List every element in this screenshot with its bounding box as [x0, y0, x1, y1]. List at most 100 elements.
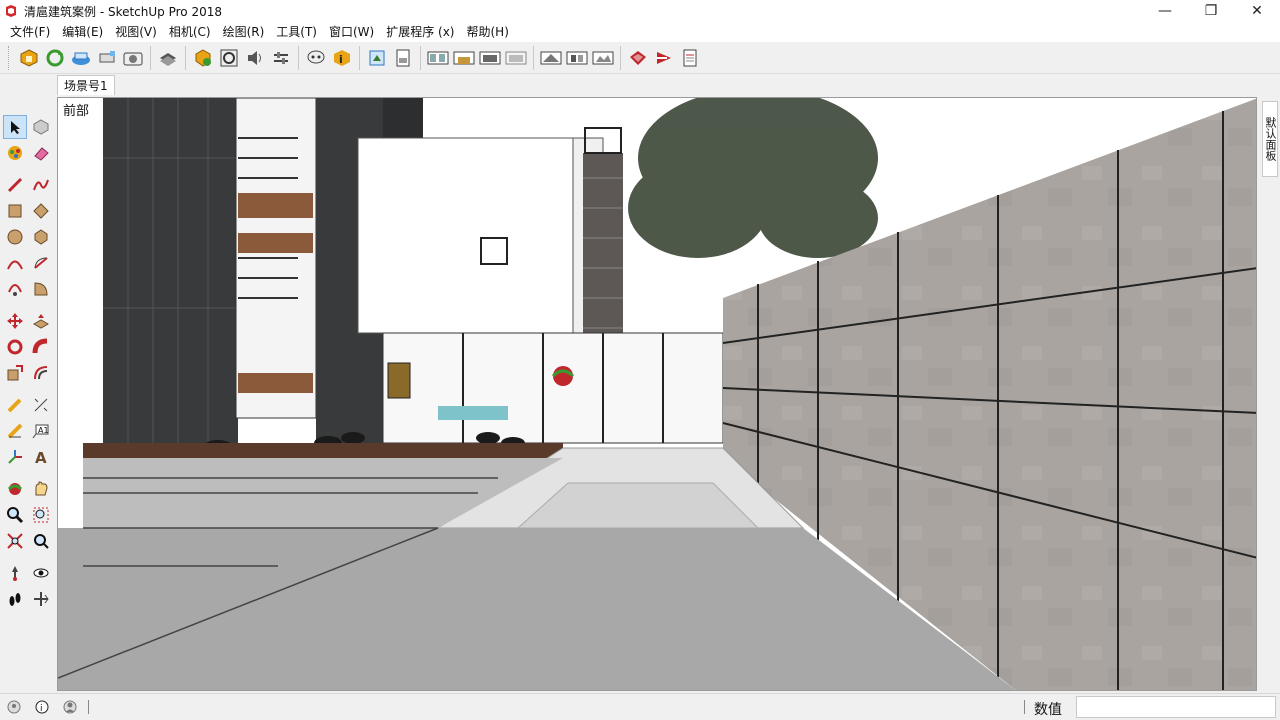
freehand-tool-icon[interactable] — [29, 173, 53, 197]
axes-tool-icon[interactable] — [3, 445, 27, 469]
3d-text-icon[interactable]: A — [29, 445, 53, 469]
sliders-icon[interactable] — [269, 46, 293, 70]
menu-help[interactable]: 帮助(H) — [460, 22, 514, 42]
scene-3-icon[interactable] — [478, 46, 502, 70]
scale-tool-icon[interactable] — [3, 361, 27, 385]
arc-tool-icon[interactable] — [3, 251, 27, 275]
user-account-icon[interactable] — [62, 699, 78, 715]
stair-landing — [238, 193, 313, 218]
shield-add-icon[interactable] — [191, 46, 215, 70]
two-point-arc-icon[interactable] — [29, 251, 53, 275]
scene-7-icon[interactable] — [591, 46, 615, 70]
orbit-cursor-icon — [553, 366, 573, 386]
extension-icon[interactable] — [95, 46, 119, 70]
info-icon[interactable]: i — [330, 46, 354, 70]
select-tool-icon[interactable] — [3, 115, 27, 139]
scene-6-icon[interactable] — [565, 46, 589, 70]
scene-render — [58, 98, 1256, 690]
three-point-arc-icon[interactable] — [3, 277, 27, 301]
menu-camera[interactable]: 相机(C) — [163, 22, 217, 42]
zoom-tool-icon[interactable] — [3, 503, 27, 527]
follow-me-icon[interactable] — [29, 335, 53, 359]
import-icon[interactable] — [365, 46, 389, 70]
scene-2-icon[interactable] — [452, 46, 476, 70]
rotate-tool-icon[interactable] — [3, 335, 27, 359]
menu-extensions[interactable]: 扩展程序 (x) — [380, 22, 460, 42]
sofa — [438, 406, 508, 420]
layers-icon[interactable] — [156, 46, 180, 70]
chat-icon[interactable] — [304, 46, 328, 70]
title-bar: 清扈建筑案例 - SketchUp Pro 2018 — ❐ ✕ — [0, 0, 1280, 22]
dark-facade — [103, 98, 238, 458]
default-tray-tab[interactable]: 默认面板 — [1262, 101, 1278, 177]
zoom-window-icon[interactable] — [29, 503, 53, 527]
text-tool-icon[interactable]: A1 — [29, 419, 53, 443]
scene-tab-1[interactable]: 场景号1 — [57, 75, 115, 95]
model-viewport[interactable]: 前部 — [57, 97, 1257, 691]
previous-view-icon[interactable] — [29, 529, 53, 553]
document-icon[interactable] — [678, 46, 702, 70]
look-around-icon[interactable] — [29, 561, 53, 585]
settings-gear-icon[interactable] — [217, 46, 241, 70]
measurements-input[interactable] — [1076, 696, 1276, 718]
sound-icon[interactable] — [243, 46, 267, 70]
rectangle-tool-icon[interactable] — [3, 199, 27, 223]
tree-canopy — [628, 98, 878, 258]
section-plane-icon[interactable] — [29, 587, 53, 611]
status-bar: i 数值 — [0, 693, 1280, 720]
paint-bucket-icon[interactable] — [3, 141, 27, 165]
orbit-tool-icon[interactable] — [3, 477, 27, 501]
minimize-button[interactable]: — — [1142, 0, 1188, 22]
ruby-icon[interactable] — [626, 46, 650, 70]
zoom-extents-icon[interactable] — [3, 529, 27, 553]
walk-tool-icon[interactable] — [3, 587, 27, 611]
position-camera-icon[interactable] — [3, 561, 27, 585]
tool-palette: A1 A — [0, 114, 56, 634]
refresh-icon[interactable] — [43, 46, 67, 70]
menu-draw[interactable]: 绘图(R) — [217, 22, 271, 42]
window-title: 清扈建筑案例 - SketchUp Pro 2018 — [24, 4, 222, 19]
svg-text:A1: A1 — [38, 426, 49, 435]
tape-measure-icon[interactable] — [3, 393, 27, 417]
warehouse-icon[interactable] — [17, 46, 41, 70]
restore-button[interactable]: ❐ — [1188, 0, 1234, 22]
measurements-label: 数值 — [1034, 702, 1062, 718]
protractor-icon[interactable] — [3, 419, 27, 443]
svg-text:i: i — [40, 704, 43, 714]
component-tool-icon[interactable] — [29, 115, 53, 139]
scene-5-icon[interactable] — [539, 46, 563, 70]
menu-file[interactable]: 文件(F) — [4, 22, 56, 42]
pan-tool-icon[interactable] — [29, 477, 53, 501]
menu-edit[interactable]: 编辑(E) — [56, 22, 109, 42]
credits-icon[interactable]: i — [34, 699, 50, 715]
polygon-tool-icon[interactable] — [29, 225, 53, 249]
move-tool-icon[interactable] — [3, 309, 27, 333]
share-icon[interactable] — [69, 46, 93, 70]
white-volume — [357, 137, 574, 334]
rotated-rectangle-icon[interactable] — [29, 199, 53, 223]
close-button[interactable]: ✕ — [1234, 0, 1280, 22]
export-icon[interactable] — [391, 46, 415, 70]
scene-4-icon[interactable] — [504, 46, 528, 70]
toolbar-grip[interactable] — [8, 45, 12, 70]
scene-tab-bar: 场景号1 — [0, 74, 1280, 96]
main-toolbar: i — [0, 42, 1280, 74]
offset-tool-icon[interactable] — [29, 361, 53, 385]
line-tool-icon[interactable] — [3, 173, 27, 197]
menu-view[interactable]: 视图(V) — [109, 22, 163, 42]
pie-tool-icon[interactable] — [29, 277, 53, 301]
menu-tools[interactable]: 工具(T) — [270, 22, 323, 42]
push-pull-icon[interactable] — [29, 309, 53, 333]
default-tray: 默认面板 — [1260, 97, 1280, 691]
circle-tool-icon[interactable] — [3, 225, 27, 249]
svg-text:i: i — [339, 53, 343, 66]
svg-text:A: A — [35, 449, 47, 466]
menu-window[interactable]: 窗口(W) — [323, 22, 380, 42]
eraser-icon[interactable] — [29, 141, 53, 165]
small-window — [480, 237, 508, 265]
camera-icon[interactable] — [121, 46, 145, 70]
scene-1-icon[interactable] — [426, 46, 450, 70]
dimension-tool-icon[interactable] — [29, 393, 53, 417]
geo-location-icon[interactable] — [6, 699, 22, 715]
ruby-console-icon[interactable] — [652, 46, 676, 70]
